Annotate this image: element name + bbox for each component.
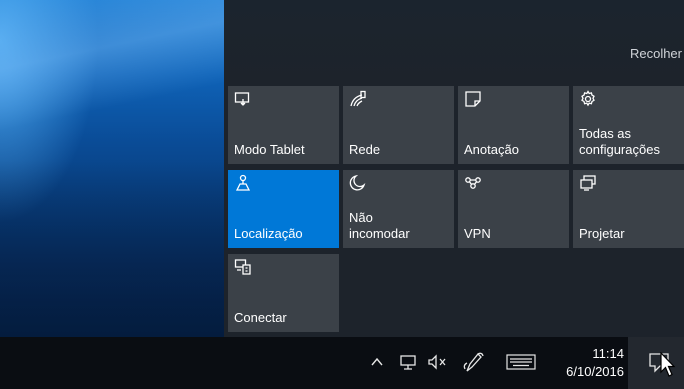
tile-label: Localização	[234, 226, 303, 241]
tile-quiet-hours[interactable]: Não incomodar	[343, 170, 454, 248]
volume-muted-icon[interactable]	[426, 351, 448, 373]
collapse-link[interactable]: Recolher	[630, 46, 682, 61]
tile-connect[interactable]: Conectar	[228, 254, 339, 332]
tile-label: Não incomodar	[349, 210, 410, 241]
tile-label: Modo Tablet	[234, 142, 305, 157]
network-icon	[349, 90, 369, 110]
clock-date: 6/10/2016	[566, 364, 624, 379]
action-center-panel: Recolher Modo Tablet Rede Anotação Todas…	[224, 0, 684, 337]
taskbar: 11:14 6/10/2016	[0, 337, 684, 389]
screen: Recolher Modo Tablet Rede Anotação Todas…	[0, 0, 684, 389]
tablet-mode-icon	[234, 90, 254, 110]
tile-vpn[interactable]: VPN	[458, 170, 569, 248]
desktop-wallpaper[interactable]	[0, 0, 224, 337]
tile-label: Todas as configurações	[579, 126, 660, 157]
chevron-up-icon[interactable]	[370, 351, 388, 373]
tile-all-settings[interactable]: Todas as configurações	[573, 86, 684, 164]
tile-label: Projetar	[579, 226, 625, 241]
note-icon	[464, 90, 484, 110]
panel-header-area	[224, 0, 684, 80]
gear-icon	[579, 90, 599, 110]
tile-label: Anotação	[464, 142, 519, 157]
clock[interactable]: 11:14 6/10/2016	[548, 345, 624, 381]
clock-time: 11:14	[592, 346, 624, 361]
tile-project[interactable]: Projetar	[573, 170, 684, 248]
moon-icon	[349, 174, 369, 194]
connect-icon	[234, 258, 254, 278]
tile-note[interactable]: Anotação	[458, 86, 569, 164]
pen-icon[interactable]	[462, 351, 486, 373]
wallpaper-shadow	[0, 160, 224, 337]
tile-network[interactable]: Rede	[343, 86, 454, 164]
location-icon	[234, 174, 254, 194]
vpn-icon	[464, 174, 484, 194]
tile-tablet-mode[interactable]: Modo Tablet	[228, 86, 339, 164]
tile-location[interactable]: Localização	[228, 170, 339, 248]
tile-label: Rede	[349, 142, 381, 157]
project-icon	[579, 174, 599, 194]
network-wired-icon[interactable]	[398, 351, 420, 373]
tile-label: VPN	[464, 226, 491, 241]
tile-label: Conectar	[234, 310, 287, 325]
mouse-cursor	[660, 351, 676, 383]
keyboard-icon[interactable]	[505, 351, 537, 373]
